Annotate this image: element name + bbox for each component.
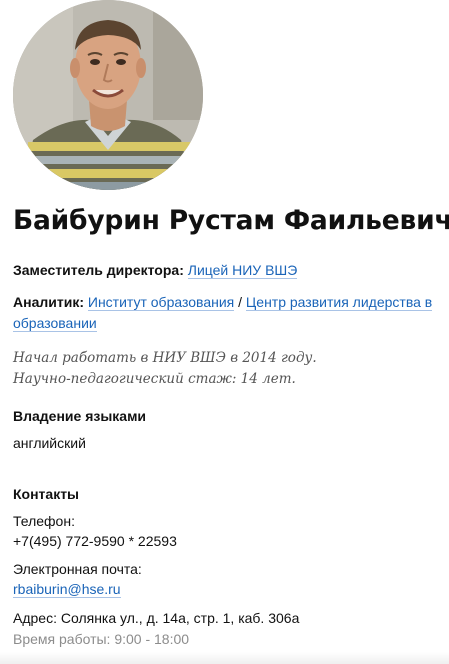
- phone-value[interactable]: +7(495) 772-9590 * 22593: [13, 533, 177, 549]
- address: Адрес: Солянка ул., д. 14а, стр. 1, каб.…: [13, 610, 300, 626]
- bottom-divider: [0, 652, 449, 664]
- email-row: rbaiburin@hse.ru: [13, 581, 121, 598]
- org-link-leadership-center[interactable]: Центр развития лидерства в: [245, 294, 433, 311]
- phone-label: Телефон:: [13, 513, 75, 529]
- contacts-title: Контакты: [13, 486, 80, 502]
- org-link-lyceum[interactable]: Лицей НИУ ВШЭ: [187, 262, 298, 279]
- experience-started: Начал работать в НИУ ВШЭ в 2014 году.: [13, 350, 317, 366]
- languages-value: английский: [13, 435, 86, 451]
- profile-page: Байбурин Рустам Фаильевич Заместитель ди…: [0, 0, 449, 664]
- working-hours: Время работы: 9:00 - 18:00: [13, 631, 190, 647]
- avatar: [13, 0, 203, 190]
- avatar-photo: [13, 0, 203, 190]
- position-analyst: Аналитик: Институт образования / Центр р…: [13, 292, 443, 334]
- position-role: Аналитик:: [13, 294, 84, 310]
- email-link[interactable]: rbaiburin@hse.ru: [13, 581, 121, 598]
- languages-title: Владение языками: [13, 408, 147, 424]
- email-label: Электронная почта:: [13, 561, 142, 577]
- person-name: Байбурин Рустам Фаильевич: [13, 205, 449, 236]
- org-separator: /: [234, 294, 246, 310]
- position-role: Заместитель директора:: [13, 262, 184, 278]
- experience-tenure: Научно-педагогический стаж: 14 лет.: [13, 371, 296, 387]
- position-deputy-director: Заместитель директора: Лицей НИУ ВШЭ: [13, 260, 443, 281]
- org-link-leadership-center-continued[interactable]: образовании: [13, 315, 97, 332]
- experience-note: Начал работать в НИУ ВШЭ в 2014 году. На…: [13, 348, 317, 390]
- org-link-institute-of-education[interactable]: Институт образования: [87, 294, 235, 311]
